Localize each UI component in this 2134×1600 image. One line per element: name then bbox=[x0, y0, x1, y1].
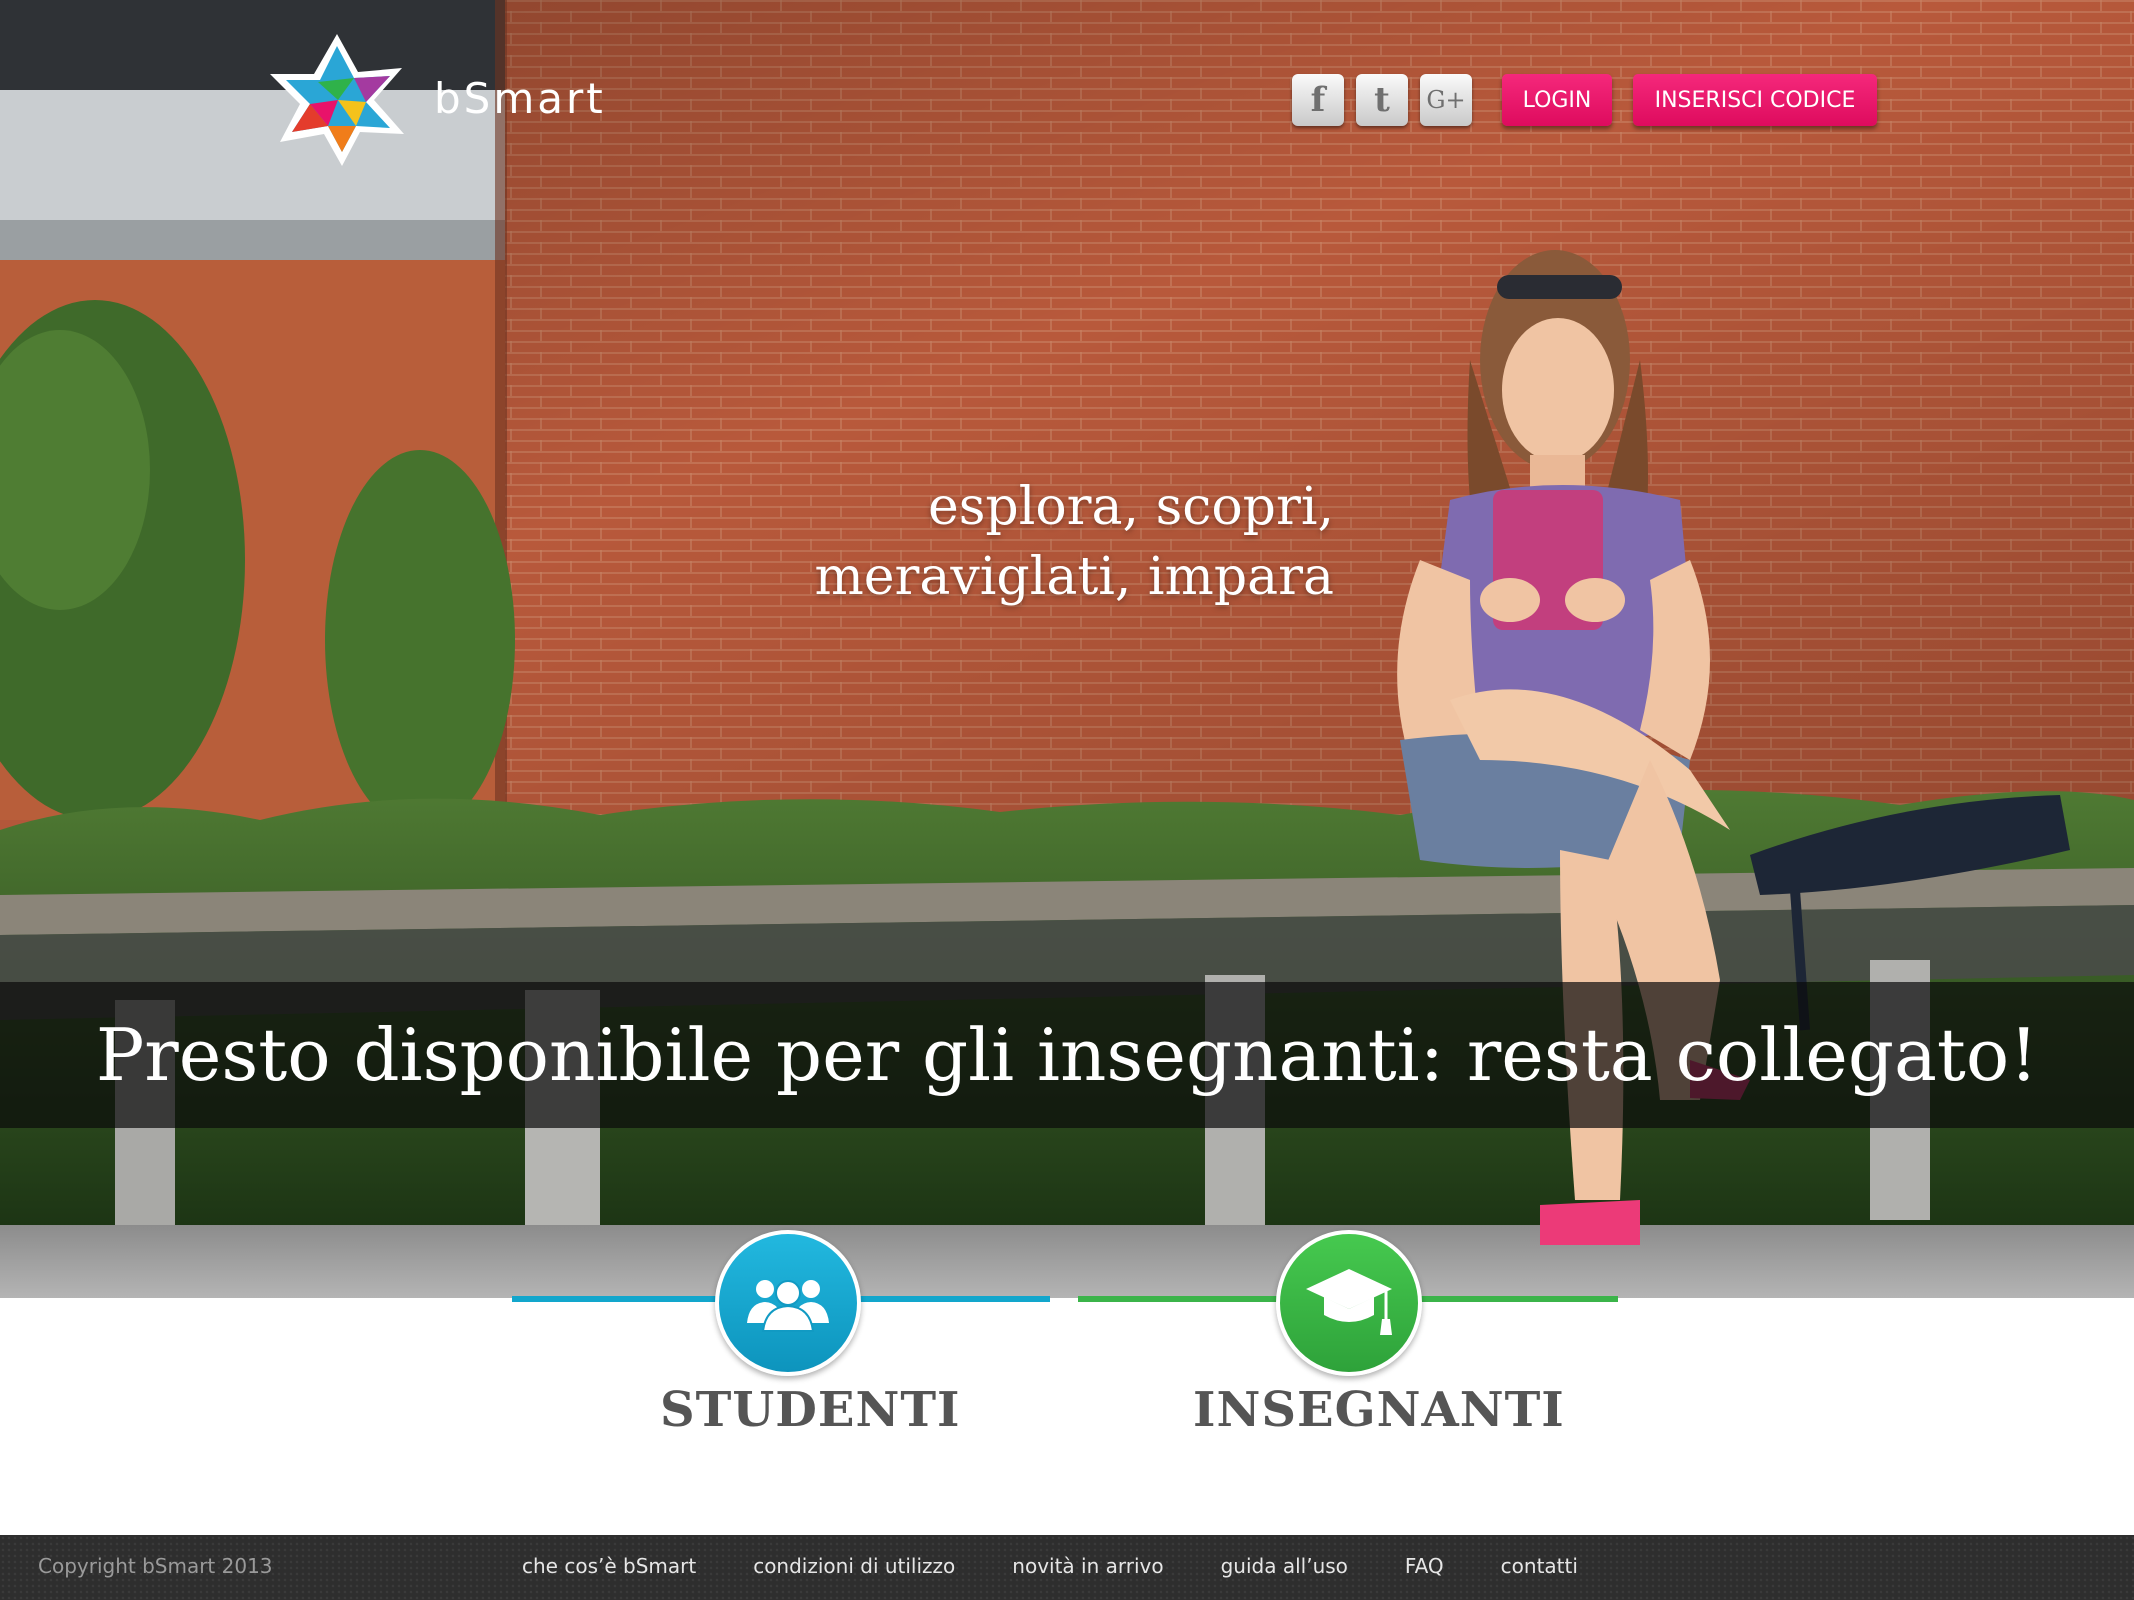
insert-code-button[interactable]: INSERISCI CODICE bbox=[1633, 74, 1877, 126]
login-button[interactable]: LOGIN bbox=[1502, 74, 1612, 126]
footer-nav: che cos’è bSmart condizioni di utilizzo … bbox=[522, 1554, 1635, 1578]
hero: bSmart f t G+ LOGIN INSERISCI CODICE esp… bbox=[0, 0, 2134, 1298]
footer-link-terms[interactable]: condizioni di utilizzo bbox=[753, 1554, 955, 1578]
footer-link-about[interactable]: che cos’è bSmart bbox=[522, 1554, 696, 1578]
banner-text: Presto disponibile per gli insegnanti: r… bbox=[95, 1013, 2039, 1097]
teachers-label[interactable]: INSEGNANTI bbox=[1193, 1382, 1565, 1438]
tagline-line-2: meraviglati, impara bbox=[814, 547, 1334, 607]
footer-link-guide[interactable]: guida all’uso bbox=[1221, 1554, 1348, 1578]
announcement-banner: Presto disponibile per gli insegnanti: r… bbox=[0, 982, 2134, 1128]
teachers-button[interactable] bbox=[1276, 1230, 1422, 1376]
students-button[interactable] bbox=[715, 1230, 861, 1376]
tagline-line-1: esplora, scopri, bbox=[927, 477, 1334, 537]
social-links: f t G+ bbox=[1292, 74, 1472, 126]
footer-link-faq[interactable]: FAQ bbox=[1405, 1554, 1444, 1578]
footer-link-news[interactable]: novità in arrivo bbox=[1012, 1554, 1163, 1578]
facebook-icon[interactable]: f bbox=[1292, 74, 1344, 126]
students-label[interactable]: STUDENTI bbox=[660, 1382, 961, 1438]
group-icon bbox=[747, 1280, 829, 1332]
graduation-cap-icon bbox=[1306, 1269, 1392, 1335]
copyright: Copyright bSmart 2013 bbox=[38, 1554, 273, 1578]
google-plus-icon[interactable]: G+ bbox=[1420, 74, 1472, 126]
hero-tagline: esplora, scopri, meraviglati, impara bbox=[814, 472, 1334, 612]
footer-link-contacts[interactable]: contatti bbox=[1501, 1554, 1578, 1578]
brand-name: bSmart bbox=[434, 73, 606, 123]
logo[interactable]: bSmart bbox=[262, 30, 606, 170]
twitter-icon[interactable]: t bbox=[1356, 74, 1408, 126]
footer: Copyright bSmart 2013 che cos’è bSmart c… bbox=[0, 1535, 2134, 1600]
bsmart-star-icon bbox=[270, 34, 404, 166]
